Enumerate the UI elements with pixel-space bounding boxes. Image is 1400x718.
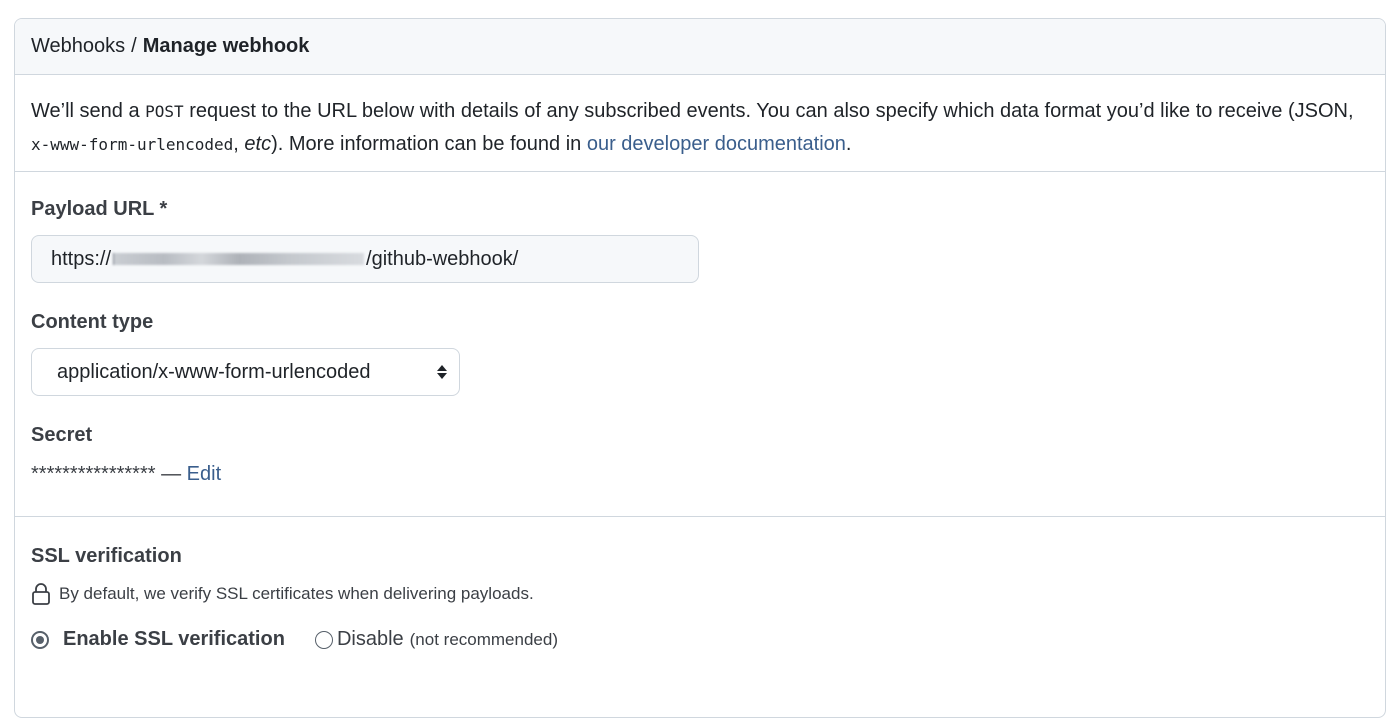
intro-part: We’ll send a — [31, 100, 146, 122]
disable-ssl-radio[interactable] — [314, 630, 333, 649]
webhook-form: Payload URL * https:// /github-webhook/ C… — [15, 172, 1385, 517]
lock-icon — [32, 583, 50, 605]
intro-code-format: x-www-form-urlencoded — [31, 135, 234, 154]
breadcrumb-separator: / — [131, 35, 137, 57]
ssl-radio-group: Enable SSL verification Disable (not rec… — [31, 628, 1369, 651]
payload-url-input[interactable]: https:// /github-webhook/ — [31, 235, 699, 283]
content-type-select[interactable]: application/x-www-form-urlencoded — [31, 348, 460, 396]
secret-masked-value: **************** — [31, 463, 156, 485]
secret-edit-link[interactable]: Edit — [187, 463, 221, 485]
intro-text: We’ll send a POST request to the URL bel… — [15, 75, 1385, 172]
intro-part: . — [845, 133, 852, 155]
disable-ssl-option: Disable (not recommended) — [314, 628, 558, 651]
ssl-note-text: By default, we verify SSL certificates w… — [59, 584, 534, 603]
intro-code-method: POST — [145, 102, 184, 121]
chevron-up-down-icon — [437, 365, 447, 379]
secret-label: Secret — [31, 424, 93, 446]
intro-part: request to the URL below with details of… — [183, 100, 1354, 122]
redacted-host — [113, 253, 365, 265]
webhook-panel: Webhooks / Manage webhook We’ll send a P… — [14, 18, 1386, 718]
page-title: Manage webhook — [142, 35, 310, 57]
ssl-note: By default, we verify SSL certificates w… — [31, 582, 1369, 606]
payload-url-label: Payload URL * — [31, 198, 168, 220]
intro-etc: etc — [244, 133, 272, 155]
secret-row: **************** — Edit — [31, 463, 1369, 486]
disable-ssl-hint: (not recommended) — [409, 629, 558, 649]
enable-ssl-label[interactable]: Enable SSL verification — [63, 628, 285, 651]
content-type-value: application/x-www-form-urlencoded — [57, 360, 371, 383]
ssl-section: SSL verification By default, we verify S… — [15, 517, 1385, 651]
payload-url-suffix: /github-webhook/ — [366, 247, 519, 270]
intro-part: ). More information can be found in — [271, 133, 587, 155]
intro-part: , — [233, 133, 245, 155]
content-type-label: Content type — [31, 311, 154, 333]
ssl-verification-label: SSL verification — [31, 545, 182, 567]
payload-url-prefix: https:// — [51, 247, 112, 270]
breadcrumb: Webhooks / Manage webhook — [15, 19, 1385, 75]
enable-ssl-radio[interactable] — [31, 630, 49, 649]
breadcrumb-webhooks-link[interactable]: Webhooks — [31, 35, 125, 58]
developer-docs-link[interactable]: our developer documentation — [587, 133, 846, 155]
disable-ssl-label[interactable]: Disable — [337, 628, 404, 651]
secret-dash: — — [155, 463, 187, 485]
